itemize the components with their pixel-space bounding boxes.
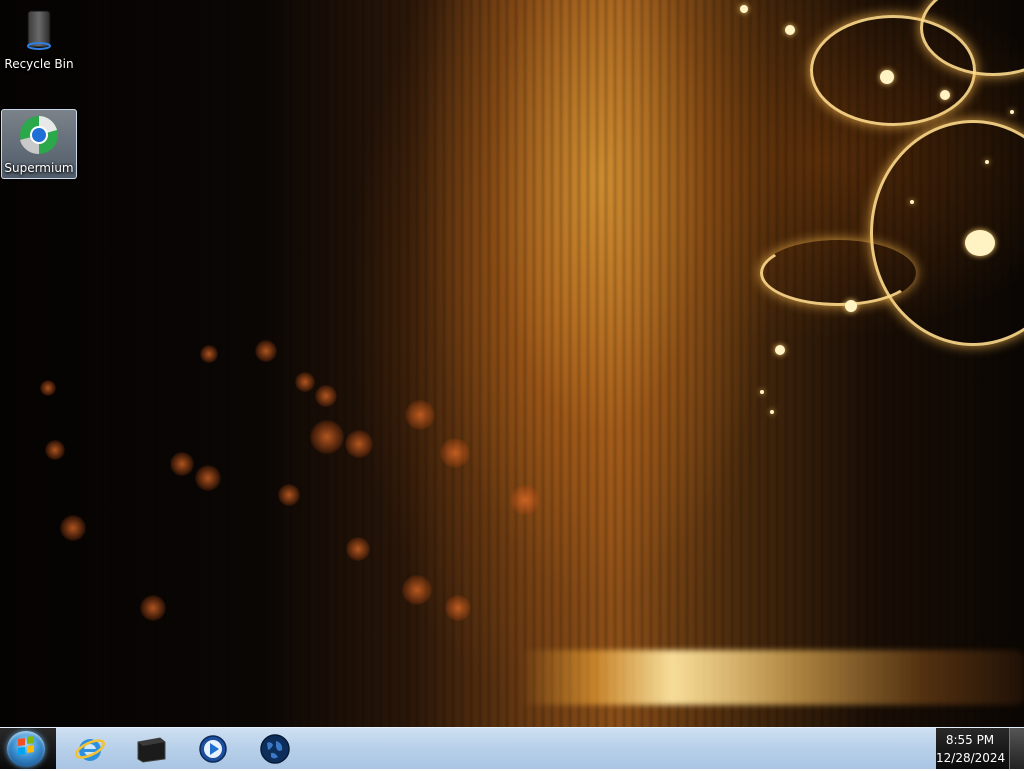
wallpaper-sparkle: [785, 25, 795, 35]
wallpaper-sparkle: [910, 200, 914, 204]
wallpaper-bokeh: [346, 537, 370, 561]
wallpaper-sparkle: [880, 70, 894, 84]
wallpaper-bokeh: [345, 430, 373, 458]
wallpaper-bokeh: [200, 345, 218, 363]
windows-logo-icon: [18, 736, 34, 755]
desktop[interactable]: Recycle Bin Supermium: [0, 0, 1024, 727]
wallpaper-sparkle: [965, 230, 995, 256]
wallpaper-bokeh: [445, 595, 471, 621]
wallpaper-bokeh: [278, 484, 300, 506]
recycle-bin-icon: [22, 8, 56, 55]
wallpaper-bokeh: [195, 465, 221, 491]
globe-browser-icon: [260, 734, 290, 764]
taskbar: 8:55 PM 12/28/2024: [0, 727, 1024, 769]
wallpaper-sparkle: [985, 160, 989, 164]
wallpaper-swirl: [760, 240, 916, 306]
wallpaper-glow-band: [520, 650, 1024, 705]
wallpaper-bokeh: [440, 438, 470, 468]
wallpaper-sparkle: [845, 300, 857, 312]
wallpaper-bokeh: [510, 485, 540, 515]
taskbar-file-explorer[interactable]: [131, 731, 171, 767]
wallpaper-bokeh: [140, 595, 166, 621]
clock-date: 12/28/2024: [936, 751, 1006, 765]
wallpaper-sparkle: [770, 410, 774, 414]
supermium-browser-icon: [17, 114, 61, 159]
desktop-icon-label: Recycle Bin: [4, 57, 74, 71]
start-button[interactable]: [7, 731, 45, 767]
taskbar-internet-explorer[interactable]: [70, 731, 110, 767]
internet-explorer-icon: [74, 739, 106, 761]
desktop-icon-supermium[interactable]: Supermium: [1, 109, 77, 179]
wallpaper-sparkle: [775, 345, 785, 355]
wallpaper-bokeh: [315, 385, 337, 407]
wallpaper-bokeh: [402, 575, 432, 605]
clock-time: 8:55 PM: [945, 733, 995, 747]
wallpaper-bokeh: [40, 380, 56, 396]
wallpaper-sparkle: [760, 390, 764, 394]
wallpaper-sparkle: [740, 5, 748, 13]
wallpaper-sparkle: [940, 90, 950, 100]
wallpaper-bokeh: [170, 452, 194, 476]
wallpaper-sparkle: [1010, 110, 1014, 114]
wallpaper-bokeh: [60, 515, 86, 541]
wallpaper-bokeh: [45, 440, 65, 460]
show-desktop-button[interactable]: [1009, 728, 1024, 769]
wallpaper-bokeh: [295, 372, 315, 392]
desktop-icon-label: Supermium: [4, 161, 74, 175]
desktop-icon-recycle-bin[interactable]: Recycle Bin: [1, 6, 77, 71]
taskbar-media-player[interactable]: [193, 731, 233, 767]
media-player-icon: [199, 735, 227, 763]
taskbar-clock[interactable]: 8:55 PM 12/28/2024: [936, 728, 1006, 769]
wallpaper-bokeh: [255, 340, 277, 362]
taskbar-globe-browser[interactable]: [255, 731, 295, 767]
file-explorer-icon: [137, 737, 166, 763]
wallpaper-bokeh: [405, 400, 435, 430]
wallpaper-bokeh: [310, 420, 344, 454]
